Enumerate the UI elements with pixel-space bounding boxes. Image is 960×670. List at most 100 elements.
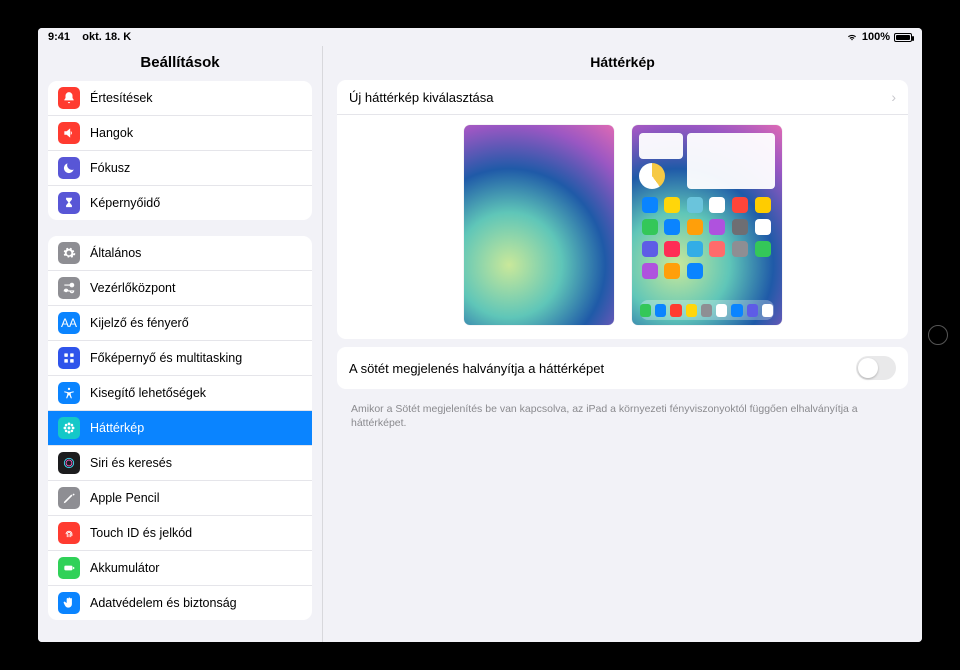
preview-dock-icon [701,304,712,317]
preview-app-icon [709,241,725,257]
detail-pane: Háttérkép Új háttérkép kiválasztása › [323,46,922,642]
preview-widget [639,163,665,189]
preview-app-icon [642,263,658,279]
dim-wallpaper-toggle[interactable] [856,356,896,380]
preview-app-icon [709,219,725,235]
accessibility-icon [58,382,80,404]
preview-app-icon [642,197,658,213]
sidebar-scroll[interactable]: Értesítések Hangok Fókusz Képernyői [38,81,322,642]
choose-new-wallpaper[interactable]: Új háttérkép kiválasztása › [337,80,908,115]
dim-wallpaper-row: A sötét megjelenés halványítja a háttérk… [337,347,908,389]
preview-app-icon [755,219,771,235]
grid-icon [58,347,80,369]
sidebar-item-label: Adatvédelem és biztonság [90,596,237,610]
dim-footer-note: Amikor a Sötét megjelenítés be van kapcs… [337,397,908,430]
sidebar-item-label: Kijelző és fényerő [90,316,189,330]
hourglass-icon [58,192,80,214]
sidebar-item-wallpaper[interactable]: Háttérkép [48,411,312,446]
battery-icon [894,33,912,42]
sidebar-item-label: Apple Pencil [90,491,160,505]
preview-app-icon [755,197,771,213]
home-button[interactable] [928,325,948,345]
homescreen-preview[interactable] [632,125,782,325]
choose-new-wallpaper-label: Új háttérkép kiválasztása [349,90,891,105]
preview-app-icon [687,219,703,235]
preview-dock-icon [640,304,651,317]
sidebar-item-label: Siri és keresés [90,456,172,470]
sidebar-item-privacy[interactable]: Adatvédelem és biztonság [48,586,312,620]
detail-scroll[interactable]: Új háttérkép kiválasztása › [323,80,922,642]
bell-icon [58,87,80,109]
preview-dock [640,300,774,320]
sidebar-group-1: Értesítések Hangok Fókusz Képernyői [48,81,312,220]
pencil-icon [58,487,80,509]
switches-icon [58,277,80,299]
fingerprint-icon [58,522,80,544]
dim-card: A sötét megjelenés halványítja a háttérk… [337,347,908,389]
sidebar-title: Beállítások [38,46,322,81]
preview-dock-icon [762,304,773,317]
screen: 9:41 okt. 18. K 100% Beállítások [38,28,922,642]
settings-sidebar: Beállítások Értesítések Hangok [38,46,323,642]
sidebar-item-pencil[interactable]: Apple Pencil [48,481,312,516]
text-size-icon: AA [58,312,80,334]
preview-app-icon [687,241,703,257]
preview-app-icon [709,197,725,213]
preview-dock-icon [670,304,681,317]
sidebar-item-display[interactable]: AA Kijelző és fényerő [48,306,312,341]
sidebar-item-label: Értesítések [90,91,153,105]
preview-app-icon [642,241,658,257]
sidebar-item-controlcenter[interactable]: Vezérlőközpont [48,271,312,306]
dim-wallpaper-label: A sötét megjelenés halványítja a háttérk… [349,361,856,376]
preview-widget [639,133,683,159]
status-time: 9:41 [48,31,70,43]
preview-app-icon [732,219,748,235]
sidebar-item-label: Hangok [90,126,133,140]
preview-dock-icon [686,304,697,317]
speaker-icon [58,122,80,144]
preview-app-icon [732,241,748,257]
preview-dock-icon [747,304,758,317]
preview-app-icon [664,263,680,279]
sidebar-item-screentime[interactable]: Képernyőidő [48,186,312,220]
sidebar-item-siri[interactable]: Siri és keresés [48,446,312,481]
sidebar-item-label: Általános [90,246,141,260]
siri-icon [58,452,80,474]
wifi-icon [846,32,858,42]
sidebar-item-label: Touch ID és jelkód [90,526,192,540]
gear-icon [58,242,80,264]
sidebar-item-touchid[interactable]: Touch ID és jelkód [48,516,312,551]
status-bar: 9:41 okt. 18. K 100% [38,28,922,46]
preview-app-icon [732,197,748,213]
sidebar-item-sounds[interactable]: Hangok [48,116,312,151]
battery-icon [58,557,80,579]
battery-percent: 100% [862,31,890,43]
sidebar-item-label: Főképernyő és multitasking [90,351,242,365]
preview-app-grid [642,197,772,279]
preview-dock-icon [716,304,727,317]
sidebar-item-battery[interactable]: Akkumulátor [48,551,312,586]
sidebar-item-notifications[interactable]: Értesítések [48,81,312,116]
sidebar-item-label: Fókusz [90,161,130,175]
preview-widget [687,133,775,189]
flower-icon [58,417,80,439]
status-time-date: 9:41 okt. 18. K [48,31,131,43]
lockscreen-preview[interactable] [464,125,614,325]
status-date: okt. 18. K [82,31,131,43]
wallpaper-previews [337,115,908,339]
moon-icon [58,157,80,179]
sidebar-group-2: Általános Vezérlőközpont AA Kijelző és f… [48,236,312,620]
preview-app-icon [687,263,703,279]
detail-title: Háttérkép [323,46,922,80]
sidebar-item-accessibility[interactable]: Kisegítő lehetőségek [48,376,312,411]
sidebar-item-general[interactable]: Általános [48,236,312,271]
sidebar-item-label: Háttérkép [90,421,144,435]
preview-app-icon [664,197,680,213]
sidebar-item-focus[interactable]: Fókusz [48,151,312,186]
preview-app-icon [687,197,703,213]
preview-app-icon [755,241,771,257]
sidebar-item-label: Vezérlőközpont [90,281,175,295]
preview-dock-icon [731,304,742,317]
wallpaper-card: Új háttérkép kiválasztása › [337,80,908,339]
sidebar-item-homescreen[interactable]: Főképernyő és multitasking [48,341,312,376]
